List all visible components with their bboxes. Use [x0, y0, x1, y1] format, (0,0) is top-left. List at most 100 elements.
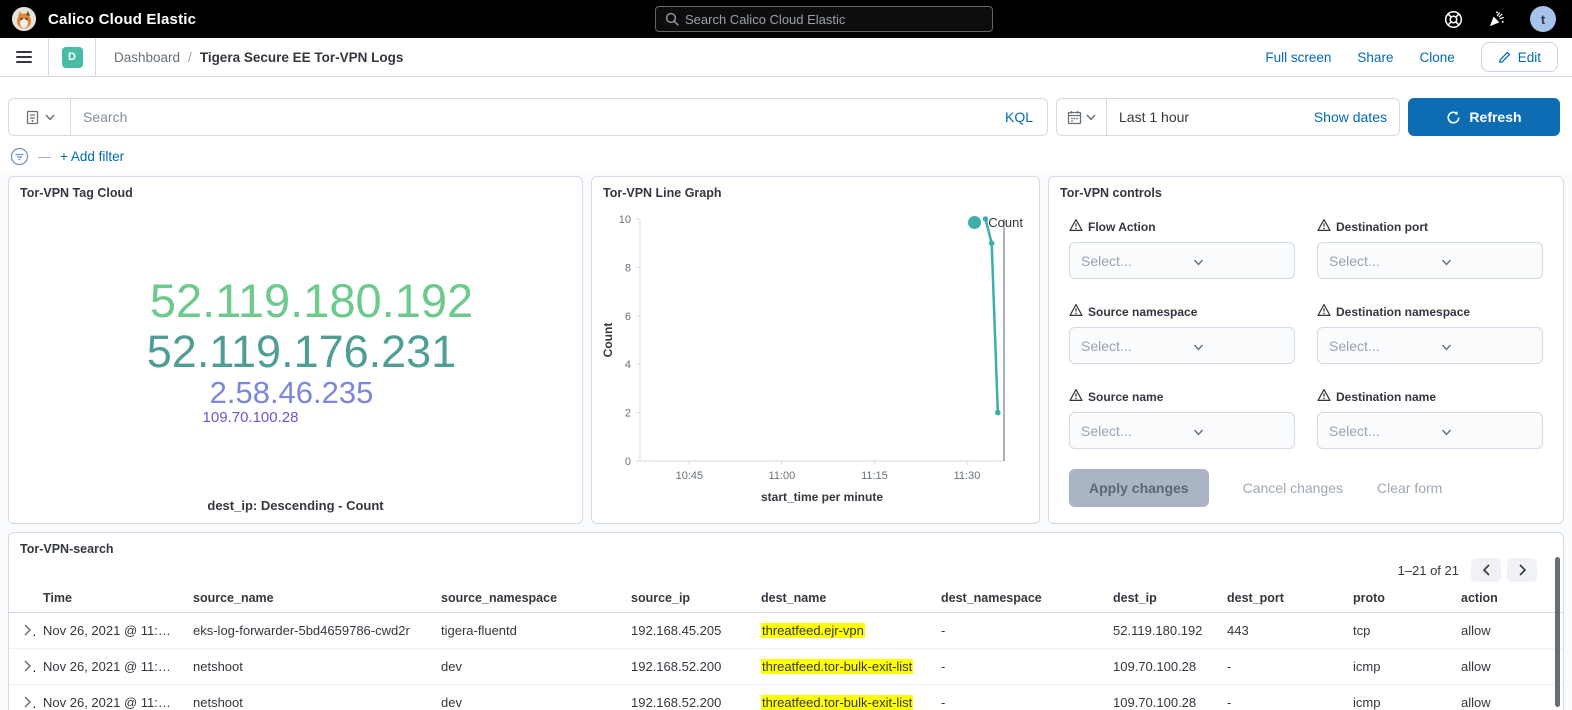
- cell-dest-ip: 52.119.180.192: [1105, 613, 1219, 649]
- control-field-label: Destination namespace: [1317, 303, 1543, 320]
- column-header-dest-namespace[interactable]: dest_namespace: [933, 586, 1105, 613]
- control-select[interactable]: Select...: [1317, 327, 1543, 364]
- breadcrumb-dashboard-link[interactable]: Dashboard: [114, 50, 180, 65]
- cancel-changes-button[interactable]: Cancel changes: [1243, 480, 1343, 496]
- table-row: Nov 26, 2021 @ 11:35:04.000eks-log-forwa…: [9, 613, 1563, 649]
- control-select[interactable]: Select...: [1069, 242, 1295, 279]
- refresh-button[interactable]: Refresh: [1408, 98, 1560, 136]
- legend-item-count[interactable]: Count: [968, 215, 1023, 230]
- column-header-proto[interactable]: proto: [1345, 586, 1453, 613]
- warning-icon: [1069, 388, 1083, 405]
- svg-text:4: 4: [625, 359, 631, 371]
- highlighted-value: threatfeed.tor-bulk-exit-list: [761, 695, 913, 710]
- data-point[interactable]: [989, 240, 995, 246]
- select-placeholder: Select...: [1081, 338, 1182, 354]
- control-select[interactable]: Select...: [1069, 412, 1295, 449]
- tag-cloud-term[interactable]: 52.119.176.231: [147, 327, 456, 377]
- kql-syntax-button[interactable]: KQL: [1005, 109, 1033, 125]
- control-field-label-text: Destination name: [1336, 390, 1436, 404]
- cell-source-name: netshoot: [185, 649, 433, 685]
- column-header-dest-name[interactable]: dest_name: [753, 586, 933, 613]
- control-field-label: Destination port: [1317, 218, 1543, 235]
- announcements-icon[interactable]: [1487, 10, 1506, 29]
- cell-proto: icmp: [1345, 685, 1453, 710]
- refresh-icon: [1446, 110, 1461, 125]
- line-graph-panel: Tor-VPN Line Graph 024681010:4511:0011:1…: [591, 176, 1040, 524]
- control-field-label: Source namespace: [1069, 303, 1295, 320]
- previous-page-button[interactable]: [1471, 558, 1501, 582]
- cell-source-namespace: dev: [433, 649, 623, 685]
- control-field: Destination port Select...: [1317, 218, 1543, 279]
- chevron-left-icon: [1482, 564, 1491, 576]
- column-header-time[interactable]: Time: [35, 586, 185, 613]
- pencil-icon: [1498, 51, 1511, 64]
- svg-text:0: 0: [625, 456, 631, 468]
- quick-select-time-button[interactable]: [1057, 99, 1107, 135]
- chevron-right-icon: [1518, 564, 1527, 576]
- share-button[interactable]: Share: [1357, 50, 1393, 65]
- svg-text:11:00: 11:00: [769, 470, 796, 482]
- cell-dest-ip: 109.70.100.28: [1105, 649, 1219, 685]
- expand-row-button[interactable]: [17, 658, 32, 675]
- control-field-label-text: Destination port: [1336, 220, 1428, 234]
- filter-icon[interactable]: [10, 147, 29, 166]
- tag-cloud: 52.119.180.19252.119.176.2312.58.46.2351…: [9, 225, 582, 477]
- svg-text:Count: Count: [601, 323, 615, 358]
- svg-text:11:30: 11:30: [954, 470, 981, 482]
- control-select[interactable]: Select...: [1069, 327, 1295, 364]
- page-title: Tigera Secure EE Tor-VPN Logs: [200, 50, 404, 65]
- user-avatar[interactable]: t: [1530, 6, 1556, 32]
- control-field-label-text: Flow Action: [1088, 220, 1156, 234]
- control-field: Source nameSelect...: [1069, 388, 1295, 449]
- help-icon[interactable]: [1444, 10, 1463, 29]
- column-header-dest-ip[interactable]: dest_ip: [1105, 586, 1219, 613]
- hamburger-icon: [16, 48, 32, 66]
- control-field: Flow Action Select...: [1069, 218, 1295, 279]
- column-header-source-ip[interactable]: source_ip: [623, 586, 753, 613]
- clear-form-button[interactable]: Clear form: [1377, 480, 1442, 496]
- vertical-scrollbar[interactable]: [1555, 557, 1560, 707]
- full-screen-button[interactable]: Full screen: [1265, 50, 1331, 65]
- menu-toggle-button[interactable]: [0, 38, 48, 76]
- column-header-dest-port[interactable]: dest_port: [1219, 586, 1345, 613]
- next-page-button[interactable]: [1507, 558, 1537, 582]
- show-dates-button[interactable]: Show dates: [1314, 109, 1387, 125]
- svg-text:2: 2: [625, 408, 631, 420]
- edit-button[interactable]: Edit: [1481, 42, 1558, 72]
- saved-query-menu-button[interactable]: [9, 99, 71, 135]
- expand-cell: [9, 649, 35, 685]
- warning-icon: [1069, 303, 1083, 320]
- apply-changes-button[interactable]: Apply changes: [1069, 469, 1209, 507]
- control-field-label: Destination name: [1317, 388, 1543, 405]
- column-header-source-name[interactable]: source_name: [185, 586, 433, 613]
- cell-dest-name: threatfeed.tor-bulk-exit-list: [753, 685, 933, 710]
- global-search-input[interactable]: [685, 12, 992, 27]
- add-filter-button[interactable]: + Add filter: [60, 149, 124, 164]
- expand-row-button[interactable]: [17, 694, 32, 710]
- search-icon: [665, 12, 679, 26]
- time-range-value[interactable]: Last 1 hour: [1119, 109, 1314, 125]
- cell-dest-ip: 109.70.100.28: [1105, 685, 1219, 710]
- tag-cloud-term[interactable]: 52.119.180.192: [150, 275, 473, 327]
- tag-cloud-term[interactable]: 2.58.46.235: [210, 376, 374, 410]
- search-results-table: Timesource_namesource_namespacesource_ip…: [9, 586, 1563, 710]
- controls-grid: Flow Action Select... Destination port Sele…: [1049, 200, 1563, 449]
- column-header-action[interactable]: action: [1453, 586, 1563, 613]
- control-select[interactable]: Select...: [1317, 412, 1543, 449]
- data-point[interactable]: [995, 410, 1001, 416]
- chevron-down-icon: [1441, 253, 1542, 269]
- cell-time: Nov 26, 2021 @ 11:35:04.000: [35, 613, 185, 649]
- cell-source-name: netshoot: [185, 685, 433, 710]
- control-field-label-text: Source namespace: [1088, 305, 1197, 319]
- calico-logo[interactable]: [12, 7, 36, 31]
- column-header-source-namespace[interactable]: source_namespace: [433, 586, 623, 613]
- expand-row-button[interactable]: [17, 622, 32, 639]
- search-results-panel: Tor-VPN-search 1–21 of 21 Timesource_nam…: [8, 532, 1564, 710]
- tag-cloud-term[interactable]: 109.70.100.28: [203, 410, 299, 427]
- cell-time: Nov 26, 2021 @ 11:34:54.000: [35, 685, 185, 710]
- warning-icon: [1317, 388, 1331, 405]
- global-search-box[interactable]: [655, 6, 993, 32]
- query-search-input[interactable]: [83, 109, 1005, 125]
- clone-button[interactable]: Clone: [1419, 50, 1454, 65]
- control-select[interactable]: Select...: [1317, 242, 1543, 279]
